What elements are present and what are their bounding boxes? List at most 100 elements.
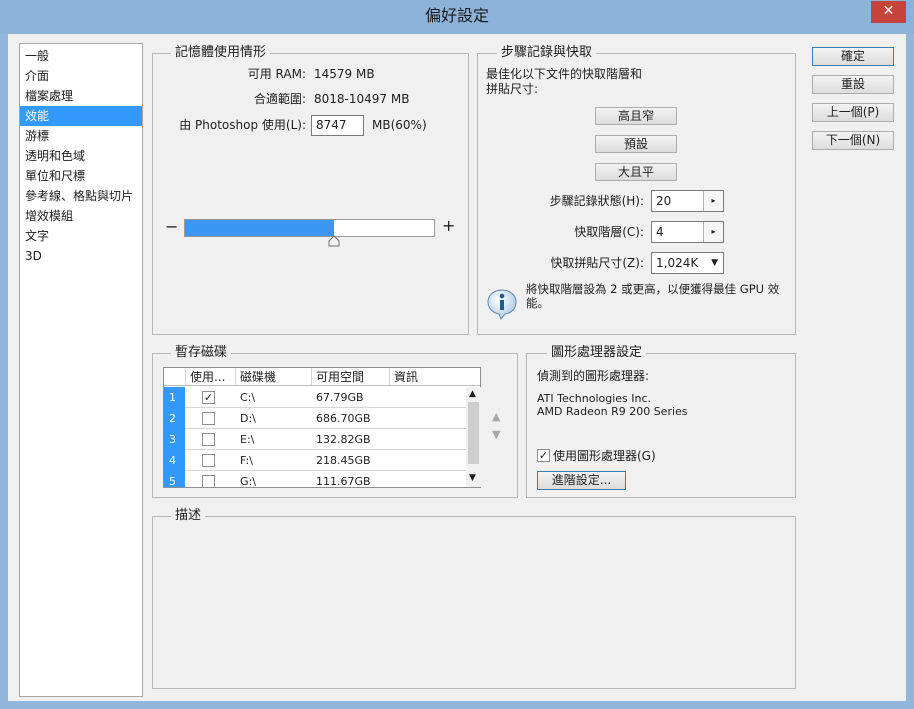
- detected-gpu-label: 偵測到的圖形處理器:: [537, 369, 650, 383]
- row-number: 3: [164, 429, 185, 450]
- move-down-arrow-icon[interactable]: ▼: [492, 428, 500, 441]
- category-list[interactable]: 一般 介面 檔案處理 效能 游標 透明和色域 單位和尺標 參考線、格點與切片 增效模組 文字 3D: [19, 43, 143, 697]
- use-disk-checkbox[interactable]: [202, 433, 215, 446]
- scratch-disks-title: 暫存磁碟: [171, 345, 232, 361]
- increase-memory-icon[interactable]: +: [442, 218, 455, 234]
- memory-slider[interactable]: [184, 219, 435, 237]
- table-row[interactable]: 3 E:\ 132.82GB: [164, 429, 466, 450]
- check-icon: ✓: [203, 391, 214, 404]
- use-disk-checkbox[interactable]: ✓: [202, 391, 215, 404]
- history-states-input[interactable]: 20 ▸: [651, 190, 724, 212]
- history-cache-title: 步驟記錄與快取: [497, 45, 597, 61]
- gpu-cache-info-text: 將快取階層設為 2 或更高，以便獲得最佳 GPU 效 能。: [526, 282, 780, 310]
- history-states-arrow-icon[interactable]: ▸: [703, 191, 723, 211]
- table-header-drive[interactable]: 磁碟機: [236, 368, 312, 386]
- free-space-cell: 132.82GB: [316, 433, 371, 446]
- category-item[interactable]: 單位和尺標: [20, 166, 142, 186]
- history-states-label: 步驟記錄狀態(H):: [549, 194, 644, 208]
- category-item[interactable]: 游標: [20, 126, 142, 146]
- scroll-thumb[interactable]: [468, 402, 479, 464]
- free-space-cell: 67.79GB: [316, 391, 364, 404]
- ideal-range-label: 合適範圍:: [253, 92, 306, 106]
- available-ram-value: 14579 MB: [314, 67, 375, 81]
- drive-cell: C:\: [240, 391, 256, 404]
- info-icon: [487, 289, 517, 320]
- cache-levels-label: 快取階層(C):: [574, 225, 644, 239]
- category-item[interactable]: 增效模組: [20, 206, 142, 226]
- table-header-info[interactable]: 資訊: [390, 368, 480, 386]
- memory-slider-fill: [185, 220, 334, 236]
- cache-levels-value: 4: [656, 225, 664, 239]
- previous-button[interactable]: 上一個(P): [812, 103, 894, 122]
- use-gpu-checkbox[interactable]: ✓: [537, 449, 550, 462]
- table-header-use[interactable]: 使用...: [186, 368, 236, 386]
- let-photoshop-use-label: 由 Photoshop 使用(L):: [179, 118, 306, 132]
- gpu-model: AMD Radeon R9 200 Series: [537, 405, 688, 418]
- next-button[interactable]: 下一個(N): [812, 131, 894, 150]
- description-title: 描述: [171, 508, 206, 524]
- category-item[interactable]: 檔案處理: [20, 86, 142, 106]
- scroll-down-icon[interactable]: ▼: [469, 473, 476, 483]
- table-row[interactable]: 2 D:\ 686.70GB: [164, 408, 466, 429]
- memory-usage-title: 記憶體使用情形: [171, 45, 271, 61]
- move-up-arrow-icon[interactable]: ▲: [492, 410, 500, 423]
- chevron-down-icon: ▼: [711, 258, 718, 268]
- check-icon: ✓: [538, 449, 549, 462]
- big-flat-button[interactable]: 大且平: [595, 163, 677, 181]
- drive-cell: F:\: [240, 454, 253, 467]
- table-scrollbar[interactable]: ▲ ▼: [466, 387, 481, 487]
- category-item[interactable]: 參考線、格點與切片: [20, 186, 142, 206]
- memory-unit-label: MB(60%): [372, 118, 427, 132]
- cache-optimize-text: 最佳化以下文件的快取階層和 拼貼尺寸:: [486, 67, 643, 96]
- category-item[interactable]: 效能: [20, 106, 142, 126]
- category-item[interactable]: 文字: [20, 226, 142, 246]
- memory-slider-thumb[interactable]: [328, 235, 340, 247]
- scratch-disk-rows: 1 ✓ C:\ 67.79GB 2 D:\ 686.70GB 3 E:\ 132.82GB 4 F:\…: [164, 387, 466, 487]
- advanced-settings-button[interactable]: 進階設定...: [537, 471, 626, 490]
- use-disk-checkbox[interactable]: [202, 475, 215, 487]
- free-space-cell: 686.70GB: [316, 412, 371, 425]
- description-group: 描述: [152, 508, 796, 689]
- default-button[interactable]: 預設: [595, 135, 677, 153]
- table-row[interactable]: 4 F:\ 218.45GB: [164, 450, 466, 471]
- table-row[interactable]: 5 G:\ 111.67GB: [164, 471, 466, 487]
- reset-button[interactable]: 重設: [812, 75, 894, 94]
- table-header-index: [164, 368, 186, 386]
- close-button[interactable]: ✕: [871, 1, 906, 23]
- table-header-free-space[interactable]: 可用空間: [312, 368, 390, 386]
- use-disk-checkbox[interactable]: [202, 454, 215, 467]
- use-disk-checkbox[interactable]: [202, 412, 215, 425]
- gpu-settings-title: 圖形處理器設定: [547, 345, 647, 361]
- cache-levels-arrow-icon[interactable]: ▸: [703, 222, 723, 242]
- ok-button[interactable]: 確定: [812, 47, 894, 66]
- table-row[interactable]: 1 ✓ C:\ 67.79GB: [164, 387, 466, 408]
- free-space-cell: 111.67GB: [316, 475, 371, 487]
- row-number: 4: [164, 450, 185, 471]
- scratch-disk-table[interactable]: 使用... 磁碟機 可用空間 資訊 1 ✓ C:\ 67.79GB 2 D:\ 686.70…: [163, 367, 481, 488]
- decrease-memory-icon[interactable]: −: [165, 219, 178, 235]
- history-states-value: 20: [656, 194, 672, 208]
- ideal-range-value: 8018-10497 MB: [314, 92, 410, 106]
- cache-tile-size-label: 快取拼貼尺寸(Z):: [550, 256, 644, 270]
- row-number: 5: [164, 471, 185, 487]
- scroll-up-icon[interactable]: ▲: [469, 389, 476, 399]
- drive-cell: D:\: [240, 412, 256, 425]
- memory-amount-input[interactable]: 8747: [311, 115, 364, 136]
- cache-tile-size-value: 1,024K: [656, 256, 699, 270]
- window-title: 偏好設定: [424, 6, 489, 25]
- drive-cell: G:\: [240, 475, 256, 487]
- cache-tile-size-select[interactable]: 1,024K ▼: [651, 252, 724, 274]
- category-item[interactable]: 透明和色域: [20, 146, 142, 166]
- row-number: 1: [164, 387, 185, 408]
- category-item[interactable]: 一般: [20, 46, 142, 66]
- category-item[interactable]: 介面: [20, 66, 142, 86]
- row-number: 2: [164, 408, 185, 429]
- available-ram-label: 可用 RAM:: [247, 67, 306, 81]
- close-icon: ✕: [882, 3, 895, 19]
- tall-thin-button[interactable]: 高且窄: [595, 107, 677, 125]
- category-item[interactable]: 3D: [20, 246, 142, 266]
- use-gpu-label[interactable]: 使用圖形處理器(G): [553, 448, 656, 464]
- cache-levels-input[interactable]: 4 ▸: [651, 221, 724, 243]
- free-space-cell: 218.45GB: [316, 454, 371, 467]
- drive-cell: E:\: [240, 433, 255, 446]
